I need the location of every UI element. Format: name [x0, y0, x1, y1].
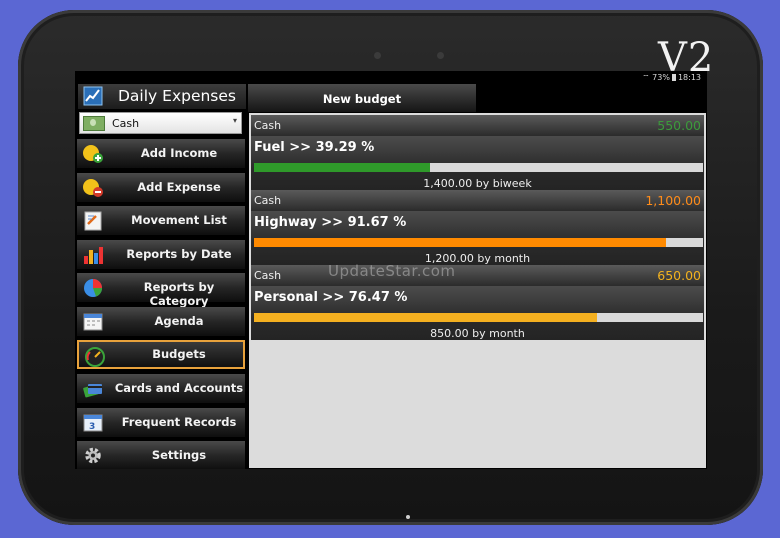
menu-frequent-records-label: Frequent Records	[121, 415, 237, 429]
menu-agenda-label: Agenda	[154, 314, 204, 328]
calendar-repeat-icon: 3	[83, 414, 103, 432]
budget-amount: 550.00	[657, 118, 701, 133]
menu-add-expense-label: Add Expense	[137, 180, 221, 194]
menu-agenda[interactable]: Agenda	[77, 307, 245, 336]
menu-budgets[interactable]: Budgets	[77, 340, 245, 369]
add-income-icon	[83, 145, 103, 163]
budget-account: Cash	[254, 194, 282, 207]
budget-account: Cash	[254, 269, 282, 282]
budget-name: Highway >> 91.67 %	[254, 215, 407, 230]
app-logo-icon	[83, 86, 103, 106]
budget-amount: 1,100.00	[645, 193, 701, 208]
budget-progress-track	[254, 238, 703, 247]
menu-settings[interactable]: Settings	[77, 441, 245, 469]
home-indicator	[406, 515, 410, 519]
app-header: Daily Expenses	[78, 84, 246, 109]
menu-reports-by-category-label: Reports by Category	[143, 280, 215, 308]
sidebar: Daily Expenses Cash ▾ Add Income Add Exp…	[75, 84, 247, 469]
budget-header: Cash 1,100.00	[251, 190, 704, 211]
budget-limit: 850.00 by month	[430, 327, 525, 340]
gauge-icon	[85, 347, 105, 367]
budget-name: Personal >> 76.47 %	[254, 290, 408, 305]
cash-icon	[83, 116, 105, 131]
budget-limit: 1,400.00 by biweek	[423, 177, 532, 190]
clock: 18:13	[677, 73, 701, 82]
budget-limit: 1,200.00 by month	[424, 252, 531, 265]
bar-chart-icon	[84, 247, 103, 264]
new-budget-button[interactable]: New budget	[248, 84, 476, 112]
budget-list: Cash 550.00 Fuel >> 39.29 % 1,400.00 by …	[248, 112, 707, 469]
menu-movement-list-label: Movement List	[131, 213, 227, 227]
watermark: UpdateStar.com	[328, 262, 456, 280]
menu-movement-list[interactable]: Movement List	[77, 206, 245, 235]
menu-settings-label: Settings	[151, 448, 207, 462]
budget-name: Fuel >> 39.29 %	[254, 140, 375, 155]
menu-add-income-label: Add Income	[140, 146, 218, 160]
calendar-icon	[83, 313, 103, 331]
battery-icon	[671, 74, 676, 81]
budget-header: Cash 650.00	[251, 265, 704, 286]
menu-reports-by-category[interactable]: Reports by Category	[77, 273, 245, 308]
budget-amount: 650.00	[657, 268, 701, 283]
budget-body: Fuel >> 39.29 % 1,400.00 by biweek	[251, 136, 704, 190]
battery-level: 73%	[652, 73, 670, 82]
menu-budgets-label: Budgets	[152, 347, 206, 361]
budget-progress-track	[254, 163, 703, 172]
gear-icon	[85, 447, 101, 464]
app-title: Daily Expenses	[118, 87, 236, 105]
menu-add-expense[interactable]: Add Expense	[77, 173, 245, 202]
budget-body: Personal >> 76.47 % 850.00 by month	[251, 286, 704, 340]
pie-chart-icon	[84, 279, 103, 297]
notepad-icon	[84, 211, 102, 231]
menu-reports-by-date[interactable]: Reports by Date	[77, 240, 245, 269]
budget-body: Highway >> 91.67 % 1,200.00 by month	[251, 211, 704, 265]
add-expense-icon	[83, 179, 103, 197]
cards-icon	[83, 384, 102, 398]
menu-cards-and-accounts-label: Cards and Accounts	[114, 381, 244, 395]
menu-cards-and-accounts[interactable]: Cards and Accounts	[77, 374, 245, 403]
account-selector[interactable]: Cash ▾	[79, 112, 242, 134]
budget-progress-fill	[254, 313, 598, 322]
account-selector-value: Cash	[112, 117, 140, 130]
budget-progress-fill	[254, 163, 431, 172]
new-budget-label: New budget	[322, 92, 402, 106]
menu-add-income[interactable]: Add Income	[77, 139, 245, 168]
front-camera	[374, 52, 381, 59]
sensor	[437, 52, 444, 59]
wifi-icon: ⌔	[642, 73, 650, 82]
menu-frequent-records[interactable]: 3 Frequent Records	[77, 408, 245, 437]
budget-progress-fill	[254, 238, 666, 247]
svg-text:3: 3	[89, 422, 95, 432]
budget-progress-track	[254, 313, 703, 322]
budget-header: Cash 550.00	[251, 115, 704, 136]
dropdown-arrow-icon: ▾	[232, 116, 237, 125]
menu-reports-by-date-label: Reports by Date	[126, 247, 232, 261]
budget-account: Cash	[254, 119, 282, 132]
status-bar: ⌔ 73% 18:13	[75, 71, 707, 84]
